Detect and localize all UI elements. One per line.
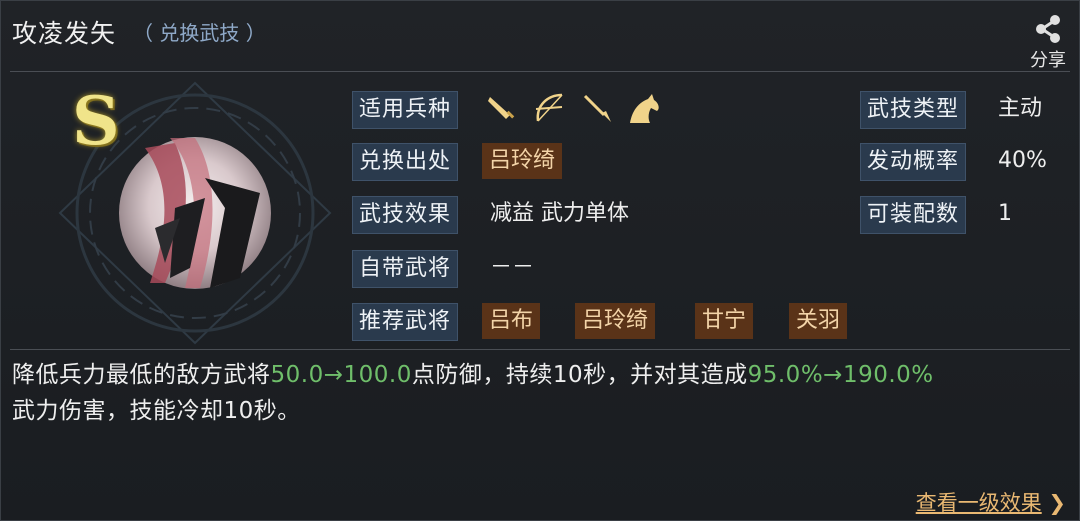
skill-subtitle: （ 兑换武技 ）	[133, 21, 266, 45]
trigger-rate-value: 40%	[998, 148, 1047, 173]
skill-title: 攻凌发矢	[12, 19, 117, 48]
description-text: 点防御，持续10秒，并对其造成	[411, 362, 748, 388]
row-label-skill-type: 武技类型	[860, 91, 967, 129]
share-label: 分享	[1030, 50, 1066, 71]
row-label-effect: 武技效果	[352, 196, 459, 234]
source-tag[interactable]: 吕玲绮	[482, 143, 563, 179]
view-level1-effect-label: 查看一级效果	[915, 491, 1042, 515]
view-level1-effect-link[interactable]: 查看一级效果 ❯	[916, 487, 1066, 517]
row-label-recommended: 推荐武将	[352, 303, 459, 341]
description-divider	[10, 349, 1070, 350]
row-label-source: 兑换出处	[352, 143, 459, 181]
horse-icon	[630, 94, 659, 123]
description-text: 武力伤害，技能冷却10秒。	[12, 398, 301, 424]
description-text: 降低兵力最低的敌方武将	[12, 362, 271, 388]
header-divider	[10, 71, 1070, 72]
bow-icon	[535, 93, 563, 122]
share-icon	[1036, 15, 1060, 43]
spear-icon	[583, 94, 611, 122]
saber-icon	[488, 97, 515, 119]
skill-grade-badge: S	[72, 82, 120, 160]
row-label-innate-general: 自带武将	[352, 250, 459, 288]
row-label-equip-count: 可装配数	[860, 196, 967, 234]
recommended-general-tag[interactable]: 吕玲绮	[575, 303, 656, 339]
equip-count-value: 1	[998, 201, 1012, 226]
effect-value: 减益 武力单体	[490, 201, 629, 226]
damage-value: 95.0%→190.0%	[747, 362, 934, 388]
defense-reduction-value: 50.0→100.0	[270, 362, 412, 388]
recommended-general-tag[interactable]: 吕布	[482, 303, 541, 339]
recommended-general-tag[interactable]: 关羽	[789, 303, 848, 339]
chevron-right-icon: ❯	[1048, 491, 1066, 515]
row-label-trigger-rate: 发动概率	[860, 143, 967, 181]
recommended-general-tag[interactable]: 甘宁	[695, 303, 754, 339]
skill-description: 降低兵力最低的敌方武将50.0→100.0点防御，持续10秒，并对其造成95.0…	[12, 357, 1062, 429]
share-button[interactable]: 分享	[1026, 14, 1070, 72]
skill-type-value: 主动	[998, 96, 1043, 121]
innate-general-value: －－	[490, 255, 535, 280]
row-label-unit-types: 适用兵种	[352, 91, 459, 129]
